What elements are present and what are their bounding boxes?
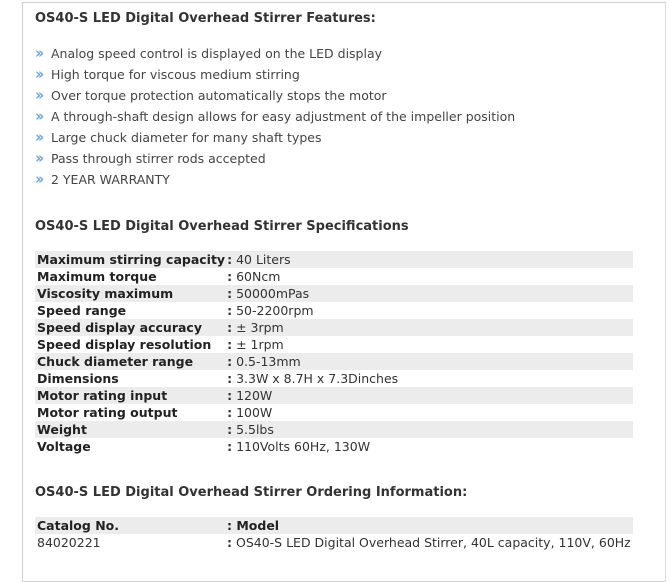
- double-chevron-icon: ››: [35, 44, 44, 62]
- double-chevron-icon: ››: [35, 170, 44, 188]
- double-chevron-icon: ››: [35, 149, 44, 167]
- table-row: Motor rating input: 120W: [35, 387, 633, 404]
- table-row: Maximum stirring capacity: 40 Liters: [35, 251, 633, 268]
- list-item: ›› Over torque protection automatically s…: [35, 86, 387, 104]
- table-row: Chuck diameter range: 0.5-13mm: [35, 353, 633, 370]
- table-row: Speed display accuracy: ± 3rpm: [35, 319, 633, 336]
- double-chevron-icon: ››: [35, 107, 44, 125]
- features-title: OS40-S LED Digital Overhead Stirrer Feat…: [35, 11, 376, 26]
- list-item: ›› High torque for viscous medium stirrin…: [35, 65, 300, 83]
- features-list: ›› Analog speed control is displayed on t…: [35, 43, 515, 190]
- table-row: Speed range: 50-2200rpm: [37, 303, 314, 318]
- ordering-table: Catalog No. : Model 84020221 : OS40-S LE…: [35, 517, 633, 551]
- list-item: ›› Pass through stirrer rods accepted: [35, 149, 266, 167]
- list-item: ›› A through-shaft design allows for easy…: [35, 107, 516, 125]
- table-row: Weight: 5.5lbs: [35, 421, 633, 438]
- table-row: Dimensions: 3.3W x 8.7H x 7.3Dinches: [37, 371, 399, 386]
- list-item: ›› Large chuck diameter for many shaft ty…: [35, 128, 322, 146]
- ordering-title: OS40-S LED Digital Overhead Stirrer Orde…: [35, 485, 468, 500]
- table-row: Speed display resolution: ± 1rpm: [37, 337, 284, 352]
- specifications-title: OS40-S LED Digital Overhead Stirrer Spec…: [35, 219, 409, 234]
- list-item: ›› Analog speed control is displayed on t…: [35, 44, 383, 62]
- table-row: Motor rating output: 100W: [37, 405, 273, 420]
- table-row: Viscosity maximum: 50000mPas: [35, 285, 633, 302]
- specifications-table: Maximum stirring capacity: 40 Liters Max…: [35, 251, 633, 455]
- double-chevron-icon: ››: [35, 65, 44, 83]
- table-row: Voltage: 110Volts 60Hz, 130W: [37, 439, 371, 454]
- table-header-row: Catalog No. : Model: [35, 517, 633, 534]
- double-chevron-icon: ››: [35, 128, 44, 146]
- table-row: Maximum torque: 60Ncm: [37, 269, 281, 284]
- table-row: 84020221 : OS40-S LED Digital Overhead S…: [37, 535, 631, 550]
- double-chevron-icon: ››: [35, 86, 44, 104]
- list-item: ›› 2 YEAR WARRANTY: [35, 170, 170, 188]
